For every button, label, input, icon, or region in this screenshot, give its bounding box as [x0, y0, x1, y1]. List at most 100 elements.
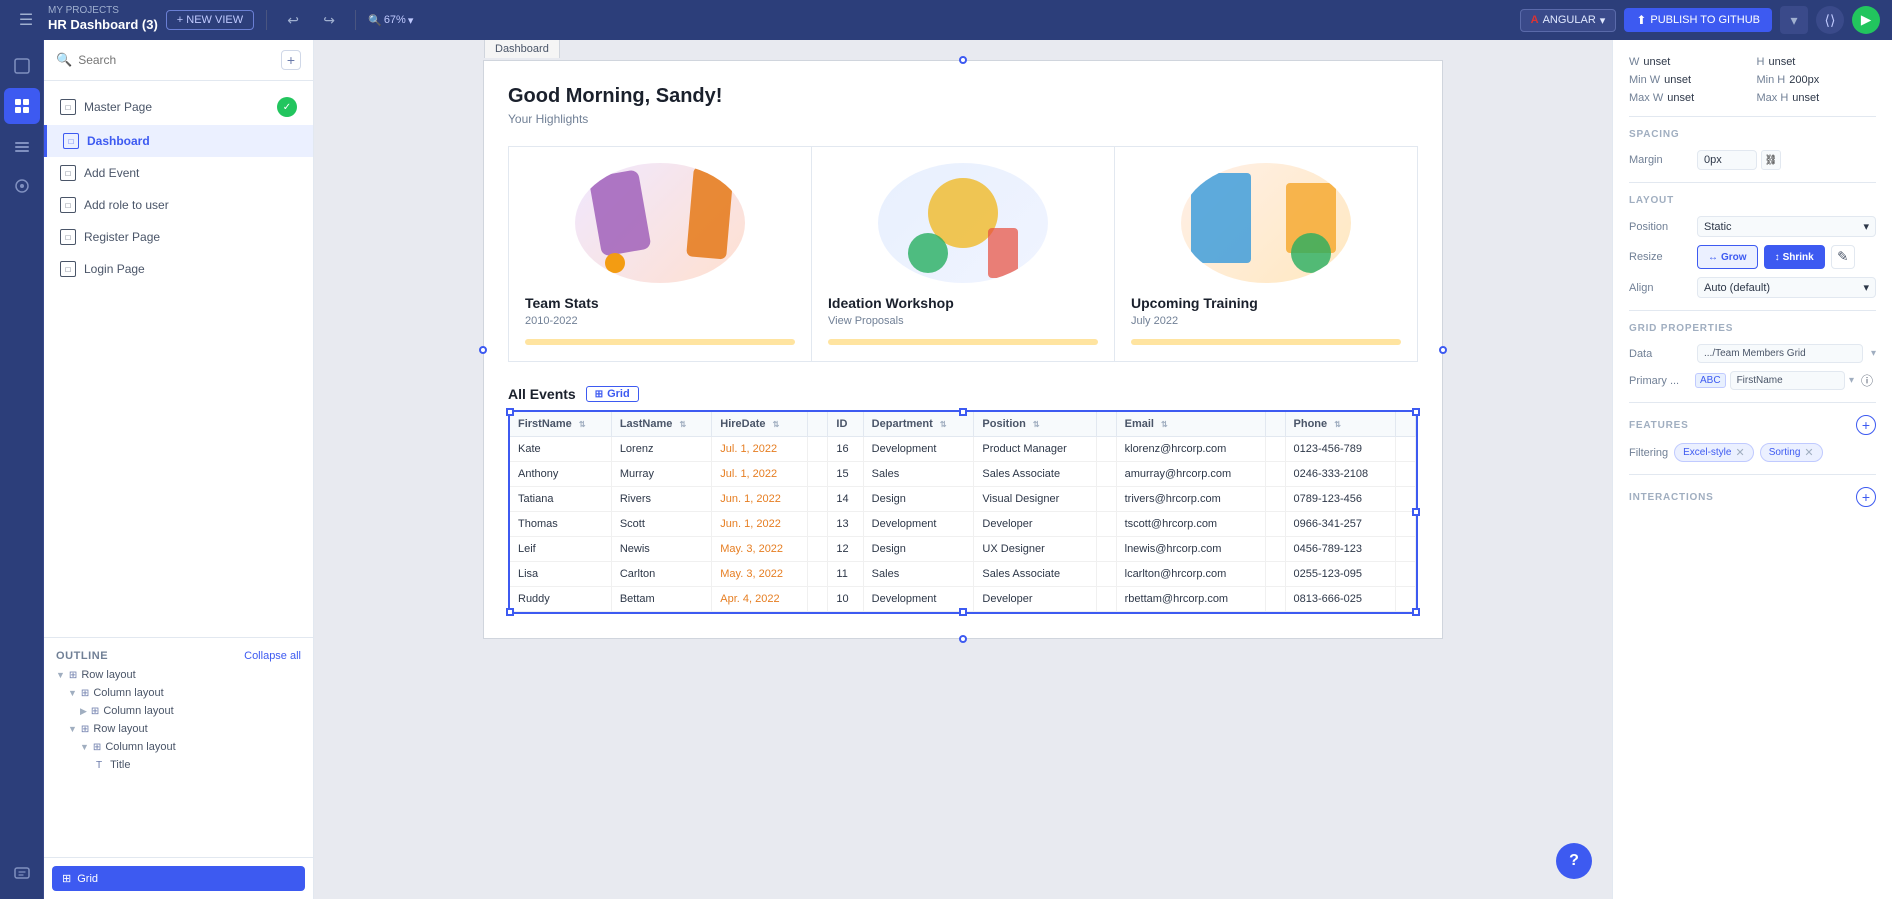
- handle-tr[interactable]: [1412, 408, 1420, 416]
- feature-tag-excel[interactable]: Excel-style ✕: [1674, 443, 1754, 462]
- handle-br[interactable]: [1412, 608, 1420, 616]
- icon-sidebar: [0, 40, 44, 899]
- sidebar-icon-assets[interactable]: [4, 168, 40, 204]
- feature-tag-sorting[interactable]: Sorting ✕: [1760, 443, 1823, 462]
- dashboard-subtitle: Your Highlights: [508, 112, 1418, 126]
- cell-phone: 0456-789-123: [1285, 537, 1395, 562]
- sidebar-icon-pages[interactable]: [4, 48, 40, 84]
- cell-dept: Design: [863, 487, 974, 512]
- table-row[interactable]: Anthony Murray Jul. 1, 2022 15 Sales Sal…: [510, 462, 1416, 487]
- cell-phone: 0966-341-257: [1285, 512, 1395, 537]
- cell-extra3: [1265, 462, 1285, 487]
- page-item-login[interactable]: □ Login Page: [44, 253, 313, 285]
- position-select[interactable]: Static ▾: [1697, 216, 1876, 237]
- table-row[interactable]: Kate Lorenz Jul. 1, 2022 16 Development …: [510, 437, 1416, 462]
- sidebar-icon-components[interactable]: [4, 88, 40, 124]
- menu-icon[interactable]: ☰: [12, 6, 40, 34]
- help-button[interactable]: ?: [1556, 843, 1592, 879]
- outline-item-row[interactable]: ▼ ⊞ Row layout: [44, 666, 313, 684]
- cell-pos: Developer: [974, 512, 1096, 537]
- redo-button[interactable]: ↪: [315, 6, 343, 34]
- cell-email: lnewis@hrcorp.com: [1116, 537, 1265, 562]
- align-select[interactable]: Auto (default) ▾: [1697, 277, 1876, 298]
- cell-pos: Developer: [974, 587, 1096, 612]
- new-view-button[interactable]: + NEW VIEW: [166, 10, 254, 30]
- canvas-handle-right[interactable]: [1439, 346, 1447, 354]
- sidebar-icon-history[interactable]: [4, 855, 40, 891]
- table-row[interactable]: Tatiana Rivers Jun. 1, 2022 14 Design Vi…: [510, 487, 1416, 512]
- remove-excel-button[interactable]: ✕: [1735, 446, 1744, 459]
- publish-dropdown-button[interactable]: ▾: [1780, 6, 1808, 34]
- margin-link-button[interactable]: ⛓: [1761, 150, 1781, 170]
- col-phone: Phone ⇅: [1285, 412, 1395, 437]
- all-events-label: All Events: [508, 386, 576, 402]
- add-feature-button[interactable]: +: [1856, 415, 1876, 435]
- features-header: FEATURES +: [1629, 415, 1876, 435]
- col-firstname: FirstName ⇅: [510, 412, 611, 437]
- page-icon: □: [60, 99, 76, 115]
- zoom-control[interactable]: 🔍 67% ▾: [368, 14, 413, 27]
- cell-email: trivers@hrcorp.com: [1116, 487, 1265, 512]
- cell-hiredate: Apr. 4, 2022: [712, 587, 808, 612]
- page-item-dashboard[interactable]: □ Dashboard: [44, 125, 313, 157]
- canvas-handle-left[interactable]: [479, 346, 487, 354]
- cell-lastname: Murray: [611, 462, 711, 487]
- page-item-master[interactable]: □ Master Page ✓: [44, 89, 313, 125]
- undo-button[interactable]: ↩: [279, 6, 307, 34]
- cell-phone: 0123-456-789: [1285, 437, 1395, 462]
- topbar-left: ☰ MY PROJECTS HR Dashboard (3) + NEW VIE…: [12, 6, 413, 34]
- table-row[interactable]: Lisa Carlton May. 3, 2022 11 Sales Sales…: [510, 562, 1416, 587]
- primary-info-button[interactable]: ⓘ: [1858, 372, 1876, 390]
- canvas-handle-top[interactable]: [959, 56, 967, 64]
- grow-button[interactable]: ↔ Grow: [1697, 245, 1758, 269]
- max-wh-row: Max W unset Max H unset: [1629, 92, 1876, 104]
- angular-badge[interactable]: A ANGULAR ▾: [1520, 9, 1617, 32]
- play-button[interactable]: ▶: [1852, 6, 1880, 34]
- handle-bc[interactable]: [959, 608, 967, 616]
- outline-item-col2[interactable]: ▶ ⊞ Column layout: [44, 702, 313, 720]
- margin-input-group: ⛓: [1697, 150, 1876, 170]
- handle-tl[interactable]: [506, 408, 514, 416]
- page-item-addevent[interactable]: □ Add Event: [44, 157, 313, 189]
- grid-button[interactable]: ⊞ Grid: [52, 866, 305, 891]
- page-item-register[interactable]: □ Register Page: [44, 221, 313, 253]
- add-page-button[interactable]: +: [281, 50, 301, 70]
- cell-email: klorenz@hrcorp.com: [1116, 437, 1265, 462]
- grid-row-icon: ⊞: [69, 670, 77, 681]
- col-lastname: LastName ⇅: [611, 412, 711, 437]
- search-input[interactable]: [78, 53, 275, 67]
- cell-firstname: Thomas: [510, 512, 611, 537]
- sidebar-icon-layers[interactable]: [4, 128, 40, 164]
- shrink-icon: ↕: [1775, 252, 1780, 263]
- canvas-handle-bottom[interactable]: [959, 635, 967, 643]
- handle-tc[interactable]: [959, 408, 967, 416]
- outline-item-row2[interactable]: ▼ ⊞ Row layout: [44, 720, 313, 738]
- cell-extra1: [808, 462, 828, 487]
- handle-bl[interactable]: [506, 608, 514, 616]
- table-row[interactable]: Leif Newis May. 3, 2022 12 Design UX Des…: [510, 537, 1416, 562]
- cell-phone: 0813-666-025: [1285, 587, 1395, 612]
- table-row[interactable]: Thomas Scott Jun. 1, 2022 13 Development…: [510, 512, 1416, 537]
- resize-edit-button[interactable]: ✎: [1831, 245, 1855, 269]
- canvas-frame: Dashboard Good Morning, Sandy! Your High…: [483, 60, 1443, 639]
- share-button[interactable]: ⟨⟩: [1816, 6, 1844, 34]
- cell-phone: 0246-333-2108: [1285, 462, 1395, 487]
- cell-lastname: Newis: [611, 537, 711, 562]
- shrink-button[interactable]: ↕ Shrink: [1764, 245, 1825, 269]
- collapse-all-button[interactable]: Collapse all: [244, 650, 301, 662]
- cell-id: 15: [828, 462, 863, 487]
- handle-mr[interactable]: [1412, 508, 1420, 516]
- add-interaction-button[interactable]: +: [1856, 487, 1876, 507]
- publish-button[interactable]: ⬆ PUBLISH TO GITHUB: [1624, 8, 1772, 32]
- divider2: [1629, 182, 1876, 183]
- grid-badge-label: Grid: [607, 388, 630, 400]
- table-body: Kate Lorenz Jul. 1, 2022 16 Development …: [510, 437, 1416, 612]
- remove-sorting-button[interactable]: ✕: [1804, 446, 1813, 459]
- cell-extra3: [1265, 487, 1285, 512]
- page-item-addrole[interactable]: □ Add role to user: [44, 189, 313, 221]
- outline-item-title[interactable]: T Title: [44, 756, 313, 774]
- outline-item-col3[interactable]: ▼ ⊞ Column layout: [44, 738, 313, 756]
- outline-item-col1[interactable]: ▼ ⊞ Column layout: [44, 684, 313, 702]
- position-row: Position Static ▾: [1629, 216, 1876, 237]
- margin-input[interactable]: [1697, 150, 1757, 170]
